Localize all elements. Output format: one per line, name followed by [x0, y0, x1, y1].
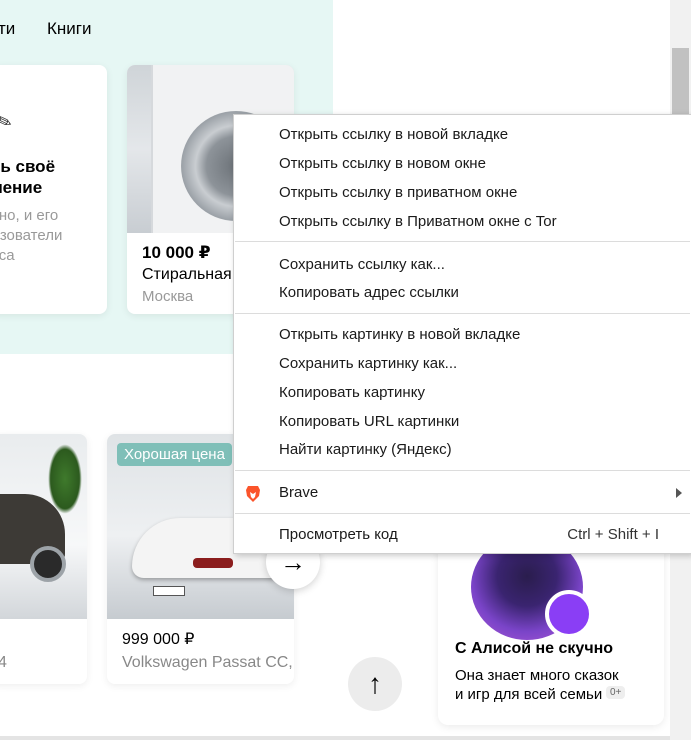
scroll-to-top-button[interactable]: ↑ [348, 657, 402, 711]
chevron-right-icon [676, 488, 682, 498]
menu-brave-submenu[interactable]: Brave [234, 479, 691, 508]
arrow-up-icon: ↑ [368, 668, 382, 699]
menu-item-label: Brave [279, 484, 319, 501]
menu-item-label: Сохранить картинку как... [279, 355, 458, 372]
menu-copy-image[interactable]: Копировать картинку [234, 379, 691, 408]
menu-separator [235, 513, 690, 514]
menu-separator [235, 241, 690, 242]
listing-price: 10 000 ₽ [142, 243, 211, 262]
menu-save-link-as[interactable]: Сохранить ссылку как... [234, 251, 691, 280]
menu-item-label: Открыть ссылку в новом окне [279, 155, 486, 172]
menu-item-label: Сохранить ссылку как... [279, 256, 445, 273]
listing-card-car-1[interactable] [0, 434, 87, 684]
menu-item-label: Копировать URL картинки [279, 413, 460, 430]
menu-item-label: Открыть ссылку в Приватном окне с Tor [279, 213, 557, 230]
menu-item-label: Просмотреть код [279, 526, 398, 543]
listing-title: Volkswagen Passat CC, [122, 654, 293, 671]
nav-item-books[interactable]: Книги [47, 19, 91, 39]
alice-card-title: С Алисой не скучно [455, 640, 614, 657]
bottom-divider [0, 736, 670, 740]
car-image [0, 434, 87, 619]
context-menu: Открыть ссылку в новой вкладке Открыть с… [233, 114, 691, 554]
listing-title: Стиральная [142, 266, 232, 283]
menu-copy-link-address[interactable]: Копировать адрес ссылки [234, 279, 691, 308]
brave-lion-icon [246, 486, 260, 502]
listing-title-partial: 4 [0, 654, 7, 671]
menu-item-label: Открыть ссылку в приватном окне [279, 184, 518, 201]
menu-separator [235, 313, 690, 314]
listing-price: 999 000 ₽ [122, 631, 195, 648]
menu-open-link-private-window[interactable]: Открыть ссылку в приватном окне [234, 179, 691, 208]
alice-logo-icon [545, 590, 593, 638]
nav-item-partial[interactable]: ти [0, 19, 15, 39]
menu-item-label: Открыть ссылку в новой вкладке [279, 126, 509, 143]
menu-item-label: Открыть картинку в новой вкладке [279, 326, 521, 343]
menu-copy-image-url[interactable]: Копировать URL картинки [234, 408, 691, 437]
menu-open-link-tor-window[interactable]: Открыть ссылку в Приватном окне с Tor [234, 208, 691, 237]
good-price-badge: Хорошая цена [117, 443, 232, 466]
scrollbar-thumb[interactable] [672, 48, 689, 123]
menu-search-image-yandex[interactable]: Найти картинку (Яндекс) [234, 436, 691, 465]
listing-city: Москва [142, 288, 194, 305]
menu-inspect[interactable]: Просмотреть код Ctrl + Shift + I [234, 521, 691, 550]
menu-shortcut: Ctrl + Shift + I [567, 526, 659, 543]
menu-separator [235, 470, 690, 471]
alice-card-text: Она знает много сказок и игр для всей се… [455, 667, 619, 703]
menu-item-label: Копировать картинку [279, 384, 425, 401]
promo-title: ть своё ление [0, 157, 56, 197]
promo-text: тно, и его ьзователи кса [0, 207, 63, 264]
age-rating-badge: 0+ [606, 686, 626, 699]
menu-save-image-as[interactable]: Сохранить картинку как... [234, 350, 691, 379]
menu-open-link-new-window[interactable]: Открыть ссылку в новом окне [234, 150, 691, 179]
menu-item-label: Копировать адрес ссылки [279, 284, 459, 301]
menu-open-image-new-tab[interactable]: Открыть картинку в новой вкладке [234, 321, 691, 350]
menu-item-label: Найти картинку (Яндекс) [279, 441, 452, 458]
menu-open-link-new-tab[interactable]: Открыть ссылку в новой вкладке [234, 121, 691, 150]
